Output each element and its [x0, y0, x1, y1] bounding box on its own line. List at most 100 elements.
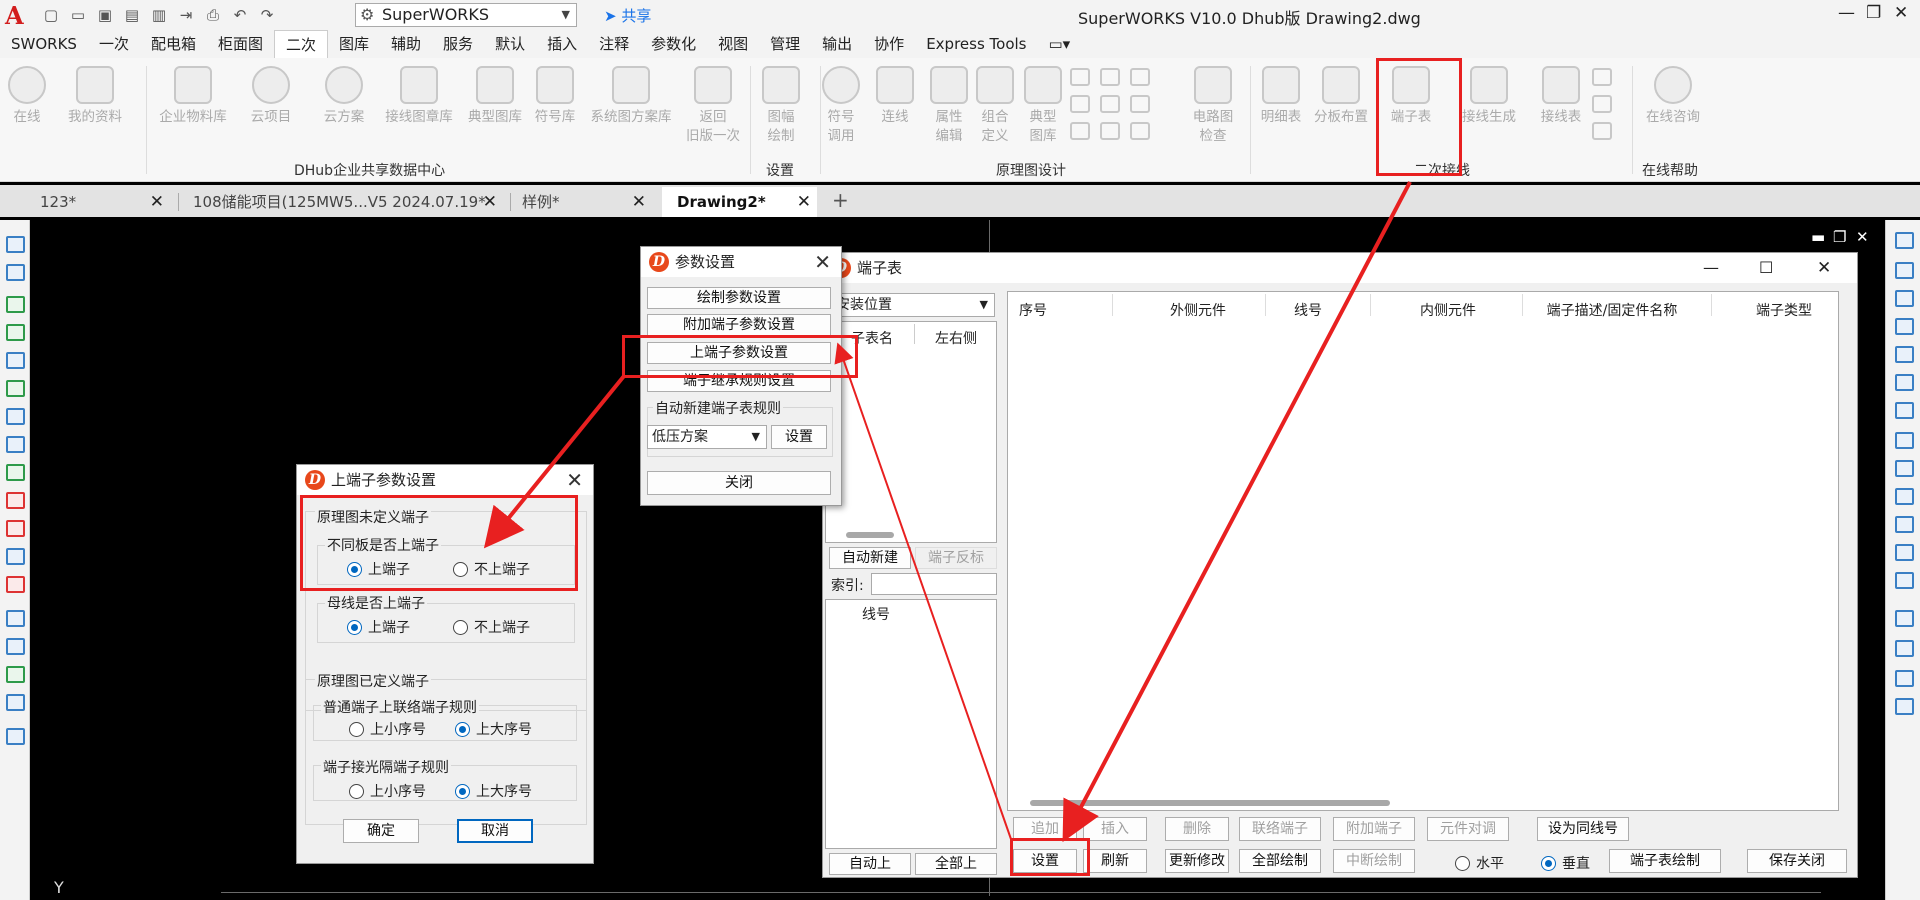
close-tab-icon[interactable]: ✕: [797, 187, 811, 217]
swap-component-button[interactable]: 元件对调: [1427, 817, 1509, 841]
save-as-icon[interactable]: ▤: [121, 5, 143, 25]
undo-icon[interactable]: ↶: [229, 5, 251, 25]
drawing-minimize-icon[interactable]: ▬: [1811, 228, 1825, 246]
optical-large-radio[interactable]: 上大序号: [455, 781, 532, 801]
menu-view[interactable]: 视图: [707, 30, 759, 58]
draw-all-button[interactable]: 全部绘制: [1239, 849, 1321, 873]
tool-icon[interactable]: [6, 694, 25, 711]
settings-button[interactable]: 设置: [1013, 849, 1077, 873]
location-combo[interactable]: 安装位置 ▼: [831, 293, 995, 317]
save-icon[interactable]: ▣: [94, 5, 116, 25]
tool-icon[interactable]: [6, 576, 25, 593]
all-up-button[interactable]: 全部上: [915, 853, 997, 875]
new-tab-icon[interactable]: +: [832, 188, 849, 212]
tool-icon[interactable]: [1895, 698, 1914, 715]
tool-icon[interactable]: [1130, 122, 1150, 140]
tool-icon[interactable]: [1895, 346, 1914, 363]
busbar-up-radio[interactable]: 上端子: [347, 617, 410, 637]
restore-icon[interactable]: ❐: [1866, 3, 1881, 23]
tool-icon[interactable]: [1895, 232, 1914, 249]
busbar-not-up-radio[interactable]: 不上端子: [453, 617, 530, 637]
param-close-button[interactable]: 关闭: [647, 471, 831, 495]
terminal-table-button[interactable]: 端子表: [1368, 66, 1454, 127]
diff-board-not-up-radio[interactable]: 不上端子: [453, 559, 530, 579]
tool-icon[interactable]: [6, 296, 25, 313]
tool-icon[interactable]: [1895, 374, 1914, 391]
delete-button[interactable]: 删除: [1165, 817, 1229, 841]
mp-icon[interactable]: [1592, 68, 1612, 86]
minimize-icon[interactable]: —: [1838, 3, 1855, 23]
menu-service[interactable]: 服务: [432, 30, 484, 58]
ok-button[interactable]: 确定: [343, 819, 419, 843]
tool-icon[interactable]: [1895, 544, 1914, 561]
auto-up-button[interactable]: 自动上: [829, 853, 911, 875]
menu-collaborate[interactable]: 协作: [863, 30, 915, 58]
tool-icon[interactable]: [6, 436, 25, 453]
tool-icon[interactable]: [6, 380, 25, 397]
tool-icon[interactable]: [1895, 402, 1914, 419]
tool-icon[interactable]: [1895, 262, 1914, 279]
print-icon[interactable]: ⎙: [202, 5, 224, 25]
scrollbar[interactable]: [1030, 800, 1390, 806]
tool-icon[interactable]: [6, 492, 25, 509]
tool-icon[interactable]: [1895, 610, 1914, 627]
terminal-grid[interactable]: 序号 外侧元件 线号 内侧元件 端子描述/固定件名称 端子类型: [1007, 291, 1839, 811]
scrollbar[interactable]: [846, 532, 894, 538]
index-input[interactable]: [871, 573, 997, 595]
tool-icon[interactable]: [1895, 488, 1914, 505]
tool-icon[interactable]: [6, 264, 25, 281]
optical-small-radio[interactable]: 上小序号: [349, 781, 426, 801]
radio-vertical[interactable]: 垂直: [1541, 853, 1590, 873]
wiring-lib-button[interactable]: 接线图章库: [376, 66, 462, 127]
tool-icon[interactable]: [1895, 670, 1914, 687]
menu-distribution-box[interactable]: 配电箱: [140, 30, 207, 58]
line-number-list[interactable]: 线号: [825, 599, 997, 849]
menu-default[interactable]: 默认: [484, 30, 536, 58]
menu-cabinet-face[interactable]: 柜面图: [207, 30, 274, 58]
system-lib-button[interactable]: 系统图方案库: [586, 66, 676, 127]
tool-icon[interactable]: [6, 236, 25, 253]
tool-icon[interactable]: [1895, 572, 1914, 589]
save-close-button[interactable]: 保存关闭: [1747, 849, 1847, 873]
tool-icon[interactable]: [6, 408, 25, 425]
inherit-rule-button[interactable]: 端子继承规则设置: [647, 370, 831, 392]
new-file-icon[interactable]: ▢: [40, 5, 62, 25]
menu-secondary[interactable]: 二次: [274, 30, 329, 58]
stop-draw-button[interactable]: 中断绘制: [1333, 849, 1415, 873]
tool-icon[interactable]: [1592, 95, 1612, 113]
up-terminal-param-button[interactable]: 上端子参数设置: [647, 342, 831, 364]
close-icon[interactable]: ✕: [814, 247, 831, 277]
open-folder-icon[interactable]: ▭: [67, 5, 89, 25]
ribbon-toggle-icon[interactable]: ▭▾: [1037, 30, 1081, 58]
auto-new-button[interactable]: 自动新建: [829, 547, 911, 569]
sub-table-list[interactable]: 子表名 左右侧: [825, 321, 997, 543]
redo-icon[interactable]: ↷: [256, 5, 278, 25]
tool-icon[interactable]: [1100, 122, 1120, 140]
tool-icon[interactable]: [6, 352, 25, 369]
draw-param-button[interactable]: 绘制参数设置: [647, 287, 831, 309]
doc-tab[interactable]: 样例* ✕: [482, 187, 652, 217]
close-icon[interactable]: ✕: [1817, 253, 1831, 283]
tool-icon[interactable]: [6, 666, 25, 683]
tool-icon[interactable]: [1895, 460, 1914, 477]
doc-tab[interactable]: 123* ✕: [0, 187, 170, 217]
tool-icon[interactable]: [1100, 68, 1120, 86]
cancel-button[interactable]: 取消: [457, 819, 533, 843]
tool-icon[interactable]: [1895, 640, 1914, 657]
tool-icon[interactable]: [6, 464, 25, 481]
tool-icon[interactable]: [6, 638, 25, 655]
close-icon[interactable]: ✕: [566, 465, 583, 495]
doc-tab-active[interactable]: Drawing2* ✕: [662, 187, 817, 217]
draw-table-button[interactable]: 端子表绘制: [1609, 849, 1721, 873]
tool-icon[interactable]: [1070, 68, 1090, 86]
menu-sworks[interactable]: SWORKS: [0, 30, 88, 58]
enterprise-lib-button[interactable]: 企业物料库: [150, 66, 236, 127]
menu-parametric[interactable]: 参数化: [640, 30, 707, 58]
tool-icon[interactable]: [6, 610, 25, 627]
menu-output[interactable]: 输出: [811, 30, 863, 58]
menu-primary[interactable]: 一次: [88, 30, 140, 58]
append-button[interactable]: 追加: [1013, 817, 1077, 841]
tool-icon[interactable]: [6, 728, 25, 745]
menu-library[interactable]: 图库: [328, 30, 380, 58]
scheme-combo[interactable]: 低压方案 ▼: [647, 425, 767, 449]
